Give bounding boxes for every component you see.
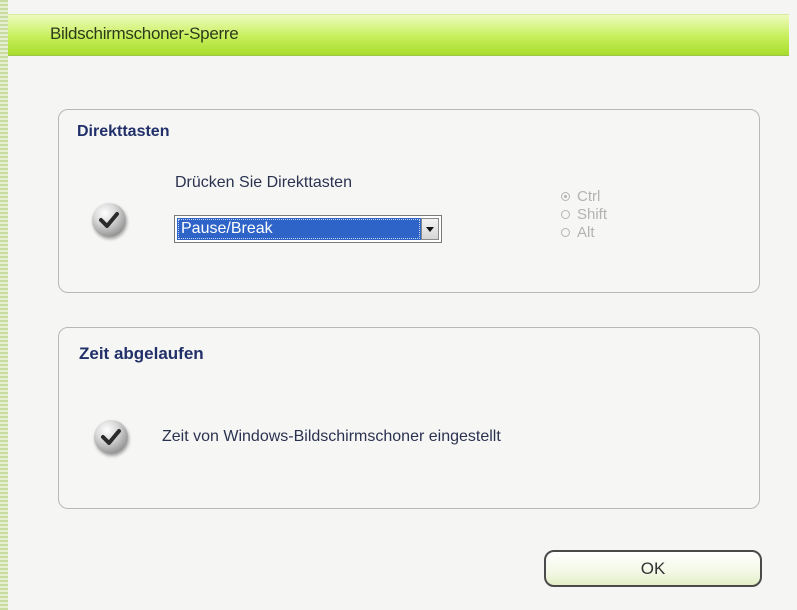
dropdown-arrow-icon[interactable] (421, 218, 439, 240)
checkmark-icon (92, 203, 126, 237)
hotkeys-prompt: Drücken Sie Direkttasten (175, 174, 352, 191)
timeout-group: Zeit abgelaufen Zeit von Windows-Bildsch… (58, 327, 760, 509)
timeout-group-title: Zeit abgelaufen (79, 344, 204, 363)
ok-button[interactable]: OK (544, 550, 762, 587)
hotkey-select-value[interactable]: Pause/Break (177, 218, 421, 240)
window-left-border (0, 0, 8, 610)
radio-alt-indicator[interactable] (561, 228, 570, 237)
title-bar[interactable]: Bildschirmschoner-Sperre (8, 14, 789, 56)
timeout-description: Zeit von Windows-Bildschirmschoner einge… (162, 428, 501, 445)
window-title: Bildschirmschoner-Sperre (50, 24, 239, 43)
radio-ctrl-label: Ctrl (577, 188, 601, 205)
hotkeys-group-title: Direkttasten (77, 123, 170, 140)
modifier-radio-group: Ctrl Shift Alt (561, 188, 607, 242)
radio-shift-indicator[interactable] (561, 210, 570, 219)
screensaver-lock-window: Bildschirmschoner-Sperre Direkttasten Dr… (0, 0, 797, 610)
radio-shift[interactable]: Shift (561, 206, 607, 224)
hotkey-select[interactable]: Pause/Break (174, 215, 442, 243)
hotkeys-group: Direkttasten Drücken Sie Direkttasten Pa… (58, 109, 760, 293)
radio-ctrl[interactable]: Ctrl (561, 188, 607, 206)
radio-ctrl-indicator[interactable] (561, 192, 570, 201)
radio-shift-label: Shift (577, 206, 608, 223)
radio-alt-label: Alt (577, 224, 595, 241)
checkmark-icon (94, 420, 128, 454)
radio-alt[interactable]: Alt (561, 224, 607, 242)
